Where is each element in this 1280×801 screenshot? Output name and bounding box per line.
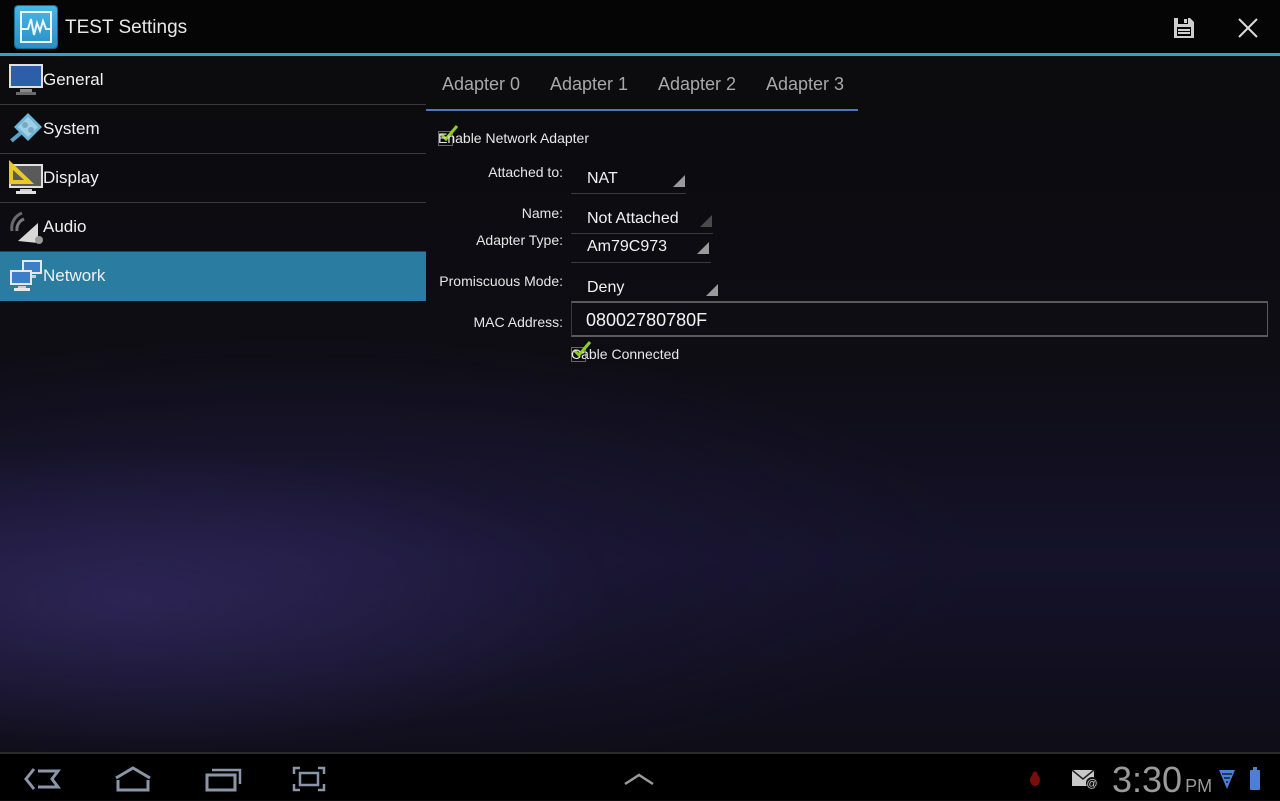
wifi-status[interactable] — [1215, 764, 1239, 794]
close-x-icon — [1238, 18, 1258, 38]
tab-adapter-1[interactable]: Adapter 1 — [550, 74, 628, 95]
enable-adapter-checkbox[interactable]: Enable Network Adapter — [438, 125, 589, 146]
name-dropdown[interactable]: Not Attached — [571, 204, 713, 234]
cable-connected-label: Cable Connected — [571, 346, 680, 362]
system-tools-icon — [10, 113, 42, 143]
speaker-icon — [10, 211, 43, 244]
adapter-type-value: Am79C973 — [587, 238, 668, 255]
email-notification[interactable]: @ — [1063, 764, 1107, 794]
clock-time: 3:30 — [1112, 759, 1183, 800]
sidebar-item-label: Audio — [43, 217, 87, 236]
name-value: Not Attached — [587, 210, 679, 227]
dropdown-underline — [571, 193, 686, 194]
sidebar-item-label: General — [43, 70, 104, 89]
sidebar-item-audio[interactable]: Audio — [0, 203, 426, 252]
promiscuous-mode-dropdown[interactable]: Deny — [571, 273, 721, 303]
save-button[interactable] — [1166, 10, 1202, 46]
adapter-tabs: Adapter 0 Adapter 1 Adapter 2 Adapter 3 — [426, 56, 858, 112]
tab-adapter-3[interactable]: Adapter 3 — [766, 74, 844, 95]
display-ruler-icon — [9, 160, 43, 194]
dropdown-arrow-icon — [706, 284, 718, 296]
close-button[interactable] — [1230, 10, 1266, 46]
action-bar: TEST Settings — [0, 0, 1280, 53]
email-notification-icon: @ — [1071, 769, 1098, 790]
floppy-disk-icon — [1174, 18, 1194, 38]
sidebar: General System Display Audio Network — [0, 56, 426, 301]
mac-address-label: MAC Address: — [473, 314, 563, 330]
tab-adapter-0[interactable]: Adapter 0 — [442, 74, 520, 95]
menu-up-button[interactable] — [617, 764, 661, 794]
app-waveform-icon — [15, 6, 57, 48]
adapter-type-dropdown[interactable]: Am79C973 — [571, 232, 711, 263]
enable-adapter-label: Enable Network Adapter — [438, 130, 589, 146]
battery-status[interactable] — [1243, 764, 1267, 794]
sidebar-item-label: Display — [43, 168, 99, 187]
attached-to-value: NAT — [587, 170, 618, 187]
promiscuous-mode-value: Deny — [587, 279, 625, 296]
app-title: TEST Settings — [65, 17, 188, 38]
name-label: Name: — [521, 205, 563, 221]
screenshot-icon — [292, 766, 326, 792]
sidebar-item-network[interactable]: Network — [0, 252, 426, 301]
home-button[interactable] — [111, 764, 155, 794]
tab-indicator — [426, 109, 858, 111]
mac-address-input[interactable] — [586, 310, 1246, 331]
battery-icon — [1250, 767, 1260, 790]
wifi-icon — [1219, 770, 1235, 789]
clock[interactable]: 3:30 PM — [1112, 759, 1212, 801]
debug-notification[interactable] — [1015, 764, 1055, 794]
screenshot-button[interactable] — [287, 764, 331, 794]
sidebar-item-general[interactable]: General — [0, 56, 426, 105]
dropdown-arrow-icon — [673, 175, 685, 187]
sidebar-item-label: Network — [43, 266, 106, 285]
monitor-icon — [9, 64, 43, 95]
back-button[interactable] — [21, 764, 65, 794]
adapter-type-label: Adapter Type: — [476, 232, 563, 248]
svg-text:@: @ — [1086, 778, 1097, 790]
clock-ampm: PM — [1185, 776, 1213, 796]
sidebar-item-display[interactable]: Display — [0, 154, 426, 203]
sidebar-item-label: System — [43, 119, 100, 138]
tab-adapter-2[interactable]: Adapter 2 — [658, 74, 736, 95]
attached-to-dropdown[interactable]: NAT — [571, 164, 686, 194]
chevron-up-icon — [624, 773, 654, 786]
cable-connected-checkbox[interactable]: Cable Connected — [571, 341, 680, 362]
back-icon — [24, 768, 61, 790]
mac-address-field[interactable] — [571, 301, 1268, 337]
attached-to-label: Attached to: — [488, 164, 563, 180]
recent-apps-icon — [205, 768, 242, 792]
promiscuous-mode-label: Promiscuous Mode: — [439, 273, 563, 289]
system-nav-bar: @ 3:30 PM — [0, 752, 1280, 800]
dropdown-arrow-icon — [700, 215, 712, 227]
sidebar-item-system[interactable]: System — [0, 105, 426, 154]
home-icon — [115, 766, 151, 792]
debug-bug-icon — [1030, 771, 1040, 786]
dropdown-underline — [571, 262, 711, 263]
recent-apps-button[interactable] — [201, 764, 245, 794]
dropdown-arrow-icon — [697, 242, 709, 254]
network-computers-icon — [10, 260, 42, 291]
